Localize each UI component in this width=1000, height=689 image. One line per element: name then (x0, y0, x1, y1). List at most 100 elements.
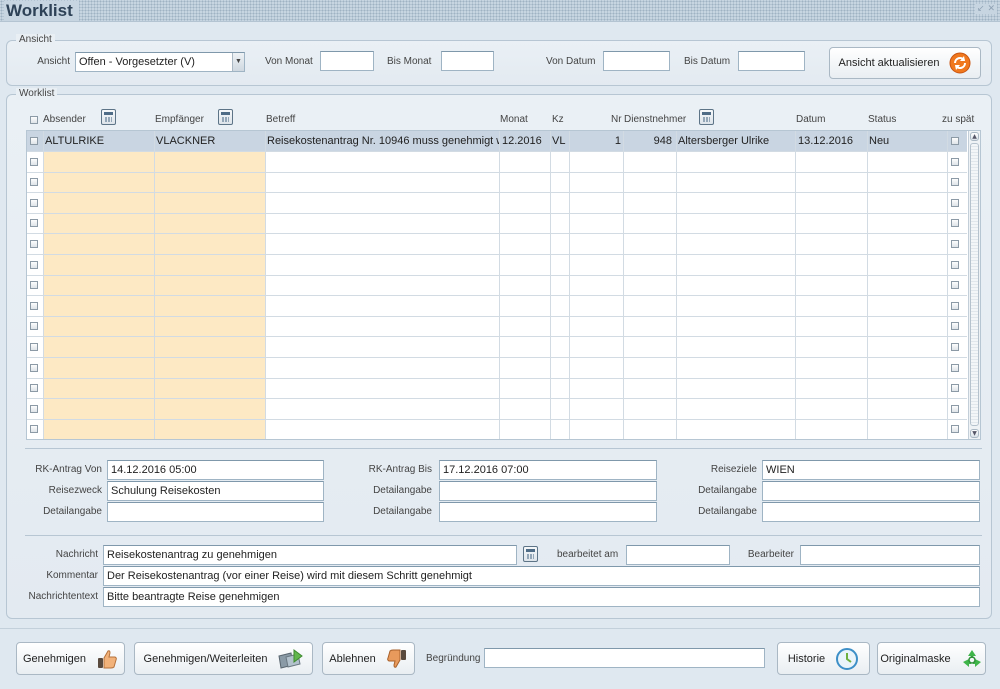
approve-button[interactable]: Genehmigen (16, 642, 125, 675)
row-select-checkbox[interactable] (30, 137, 38, 145)
von-monat-input[interactable] (320, 51, 374, 71)
cell-betreff[interactable]: Reisekostenantrag Nr. 10946 muss genehmi… (267, 131, 499, 151)
cell-status[interactable]: Neu (869, 131, 947, 151)
minimize-icon[interactable]: ↙ (977, 4, 985, 14)
col-header-dienstnehmer[interactable]: Dienstnehmer (624, 114, 686, 126)
row-select-checkbox[interactable] (30, 199, 38, 207)
zu-spaet-checkbox[interactable] (951, 178, 959, 186)
zu-spaet-checkbox[interactable] (951, 384, 959, 392)
begruendung-field[interactable] (484, 648, 765, 668)
cell-absender[interactable]: ALTULRIKE (45, 131, 150, 151)
detailangabe-field[interactable] (107, 502, 324, 522)
zu-spaet-checkbox[interactable] (951, 199, 959, 207)
table-row[interactable] (27, 399, 967, 420)
bis-monat-input[interactable] (441, 51, 494, 71)
table-row[interactable] (27, 316, 967, 337)
row-select-checkbox[interactable] (30, 158, 38, 166)
calendar-icon[interactable] (523, 546, 538, 562)
col-header-datum[interactable]: Datum (796, 114, 825, 126)
scroll-up-button[interactable]: ▲ (970, 132, 979, 141)
calendar-icon[interactable] (218, 109, 233, 125)
table-row[interactable] (27, 255, 967, 276)
col-header-betreff[interactable]: Betreff (266, 114, 295, 126)
zu-spaet-checkbox[interactable] (951, 137, 959, 145)
ansicht-select[interactable]: Offen - Vorgesetzter (V) ▼ (75, 52, 245, 72)
zu-spaet-checkbox[interactable] (951, 281, 959, 289)
row-select-checkbox[interactable] (30, 261, 38, 269)
table-row[interactable] (27, 337, 967, 358)
chevron-down-icon[interactable]: ▼ (232, 53, 244, 71)
row-select-checkbox[interactable] (30, 405, 38, 413)
zu-spaet-checkbox[interactable] (951, 158, 959, 166)
table-row[interactable] (27, 234, 967, 255)
nachrichtentext-field[interactable]: Bitte beantragte Reise genehmigen (103, 587, 980, 607)
von-datum-input[interactable] (603, 51, 670, 71)
table-row[interactable] (27, 419, 967, 439)
table-row[interactable] (27, 172, 967, 193)
scroll-down-button[interactable]: ▼ (970, 429, 979, 438)
zu-spaet-checkbox[interactable] (951, 322, 959, 330)
cell-monat[interactable]: 12.2016 (502, 131, 550, 151)
col-header-kz[interactable]: Kz (552, 114, 564, 126)
bis-datum-input[interactable] (738, 51, 805, 71)
nachricht-field[interactable]: Reisekostenantrag zu genehmigen (103, 545, 517, 565)
detailangabe-field[interactable] (439, 481, 657, 501)
calendar-icon[interactable] (101, 109, 116, 125)
reject-button[interactable]: Ablehnen (322, 642, 415, 675)
row-select-checkbox[interactable] (30, 281, 38, 289)
close-icon[interactable]: ✕ (987, 4, 995, 14)
col-header-status[interactable]: Status (868, 114, 896, 126)
table-row[interactable] (27, 152, 967, 173)
detailangabe-field[interactable] (439, 502, 657, 522)
zu-spaet-checkbox[interactable] (951, 219, 959, 227)
calendar-icon[interactable] (699, 109, 714, 125)
cell-empfaenger[interactable]: VLACKNER (156, 131, 261, 151)
cell-kz[interactable]: VL (552, 131, 569, 151)
row-select-checkbox[interactable] (30, 384, 38, 392)
row-select-checkbox[interactable] (30, 178, 38, 186)
table-row[interactable] (27, 193, 967, 214)
row-select-checkbox[interactable] (30, 425, 38, 433)
cell-dienstnehmer[interactable]: Altersberger Ulrike (678, 131, 795, 151)
bearbeitet-am-field[interactable] (626, 545, 730, 565)
row-select-checkbox[interactable] (30, 364, 38, 372)
table-row[interactable] (27, 275, 967, 296)
approve-forward-button[interactable]: Genehmigen/Weiterleiten (134, 642, 313, 675)
row-select-checkbox[interactable] (30, 219, 38, 227)
row-select-checkbox[interactable] (30, 343, 38, 351)
zu-spaet-checkbox[interactable] (951, 343, 959, 351)
table-row[interactable] (27, 213, 967, 234)
row-select-checkbox[interactable] (30, 322, 38, 330)
table-row[interactable] (27, 296, 967, 317)
rk-antrag-von-field[interactable]: 14.12.2016 05:00 (107, 460, 324, 480)
row-select-checkbox[interactable] (30, 240, 38, 248)
reisezweck-field[interactable]: Schulung Reisekosten (107, 481, 324, 501)
table-row[interactable] (27, 358, 967, 379)
scrollbar[interactable]: ▲ ▼ (968, 131, 980, 439)
reiseziele-field[interactable]: WIEN (762, 460, 980, 480)
col-header-nr[interactable]: Nr (611, 114, 622, 126)
zu-spaet-checkbox[interactable] (951, 425, 959, 433)
window-controls[interactable]: ↙ ✕ (975, 4, 997, 14)
refresh-view-button[interactable]: Ansicht aktualisieren (829, 47, 981, 79)
col-header-zu-spaet[interactable]: zu spät (942, 114, 974, 126)
table-row[interactable]: ALTULRIKE VLACKNER Reisekostenantrag Nr. 1… (27, 131, 967, 152)
zu-spaet-checkbox[interactable] (951, 302, 959, 310)
scroll-thumb[interactable] (970, 143, 979, 426)
detailangabe-field[interactable] (762, 481, 980, 501)
table-row[interactable] (27, 378, 967, 399)
original-mask-button[interactable]: Originalmaske (877, 642, 986, 675)
cell-nr[interactable]: 1 (571, 131, 623, 151)
select-all-checkbox[interactable] (30, 116, 38, 124)
zu-spaet-checkbox[interactable] (951, 240, 959, 248)
col-header-empfaenger[interactable]: Empfänger (155, 114, 204, 126)
bearbeiter-field[interactable] (800, 545, 980, 565)
cell-datum[interactable]: 13.12.2016 (798, 131, 867, 151)
rk-antrag-bis-field[interactable]: 17.12.2016 07:00 (439, 460, 657, 480)
zu-spaet-checkbox[interactable] (951, 405, 959, 413)
history-button[interactable]: Historie (777, 642, 870, 675)
kommentar-field[interactable]: Der Reisekostenantrag (vor einer Reise) … (103, 566, 980, 586)
zu-spaet-checkbox[interactable] (951, 261, 959, 269)
row-select-checkbox[interactable] (30, 302, 38, 310)
detailangabe-field[interactable] (762, 502, 980, 522)
